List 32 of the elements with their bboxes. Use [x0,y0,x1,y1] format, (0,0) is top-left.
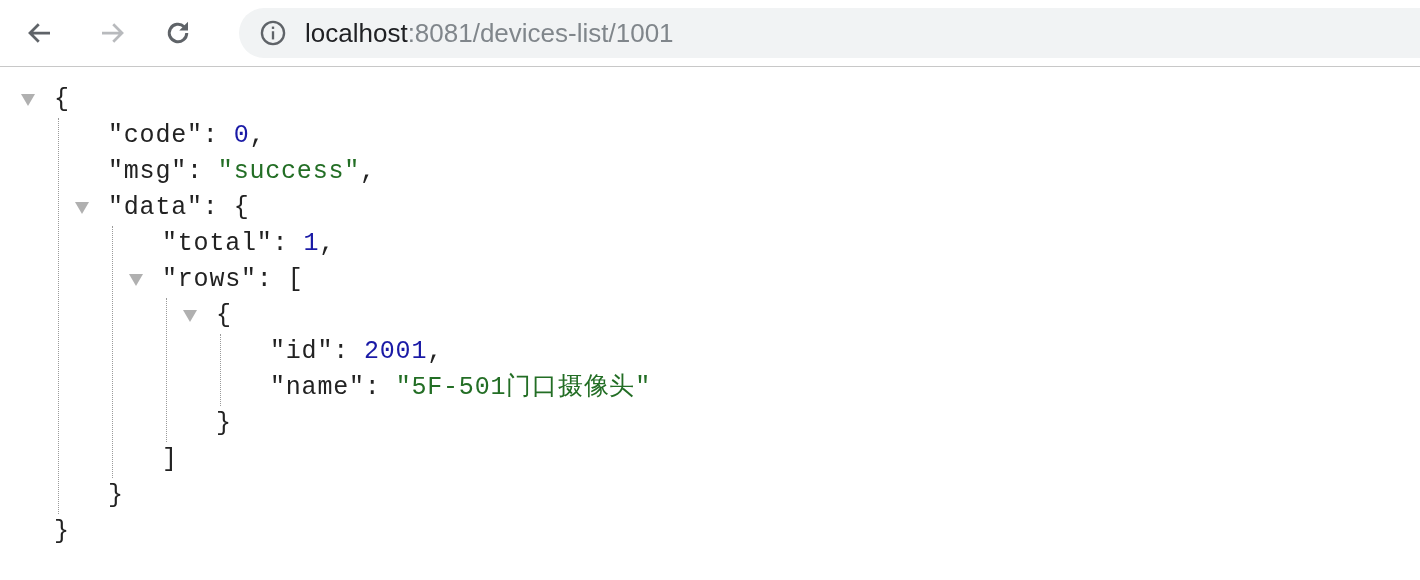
json-value: "success" [217,156,361,188]
json-key: "msg": [108,154,203,190]
address-bar[interactable]: localhost:8081/devices-list/1001 [239,8,1420,58]
json-value: "5F-501门口摄像头" [395,372,652,404]
json-bracket: } [54,516,70,548]
json-key: "total": [162,226,289,262]
json-value: 2001 [364,336,428,368]
json-bracket: } [108,480,124,512]
json-bracket: } [216,408,232,440]
json-value: 1 [303,228,320,260]
toggle-triangle-icon[interactable] [128,273,144,287]
comma: , [360,156,376,188]
json-bracket: ] [162,444,178,476]
json-key: "data": [108,190,219,226]
json-bracket: { [216,300,232,332]
toggle-triangle-icon[interactable] [74,201,90,215]
toggle-triangle-icon[interactable] [182,309,198,323]
info-icon [259,19,287,47]
comma: , [427,336,444,368]
json-value: 0 [233,120,250,152]
toggle-triangle-icon[interactable] [20,93,36,107]
url-host: localhost [305,20,408,46]
url-path: :8081/devices-list/1001 [407,20,674,46]
json-key: "id": [270,334,349,370]
comma: , [249,120,266,152]
json-key: "rows": [162,262,273,298]
json-bracket: [ [287,264,304,296]
comma: , [319,228,336,260]
json-bracket: { [54,84,70,116]
json-key: "name": [270,370,381,406]
json-bracket: { [233,192,250,224]
json-key: "code": [108,118,219,154]
